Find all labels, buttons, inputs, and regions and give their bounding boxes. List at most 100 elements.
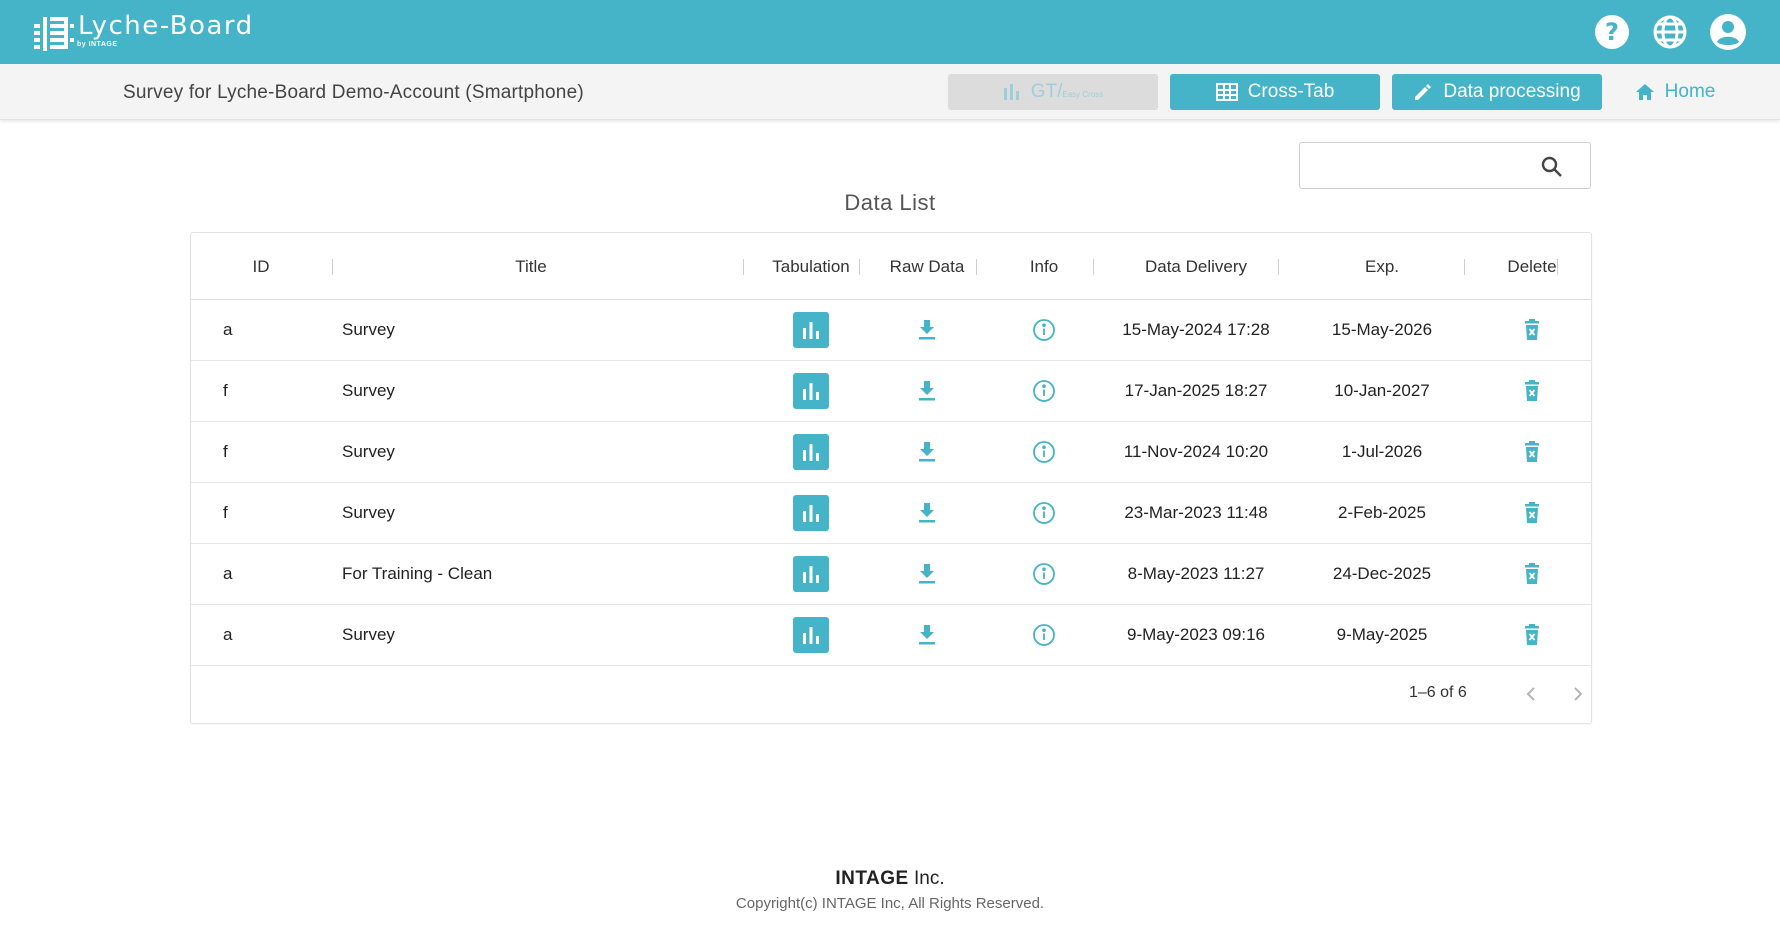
row-title: Survey <box>342 503 395 522</box>
row-id: f <box>223 503 228 522</box>
column-header-data-delivery[interactable]: Data Delivery <box>1106 233 1286 300</box>
table-row: f Survey 23-Mar-2023 11:48 2-Feb-2025 <box>191 483 1591 544</box>
sub-header-bar: Survey for Lyche-Board Demo-Account (Sma… <box>0 64 1780 120</box>
row-exp: 1-Jul-2026 <box>1341 442 1423 461</box>
table-grid-icon <box>1215 83 1238 101</box>
column-header-tabulation[interactable]: Tabulation <box>756 233 866 300</box>
app-logo[interactable]: Lyche-Board by INTAGE <box>34 10 254 54</box>
tabulation-button[interactable] <box>793 495 829 531</box>
delete-cell <box>1477 422 1587 482</box>
data-processing-label: Data processing <box>1443 81 1581 102</box>
row-exp: 24-Dec-2025 <box>1332 564 1432 583</box>
bar-chart-icon <box>803 383 819 400</box>
search-icon[interactable] <box>1540 155 1564 179</box>
search-input[interactable] <box>1308 151 1538 181</box>
download-icon[interactable] <box>909 312 945 348</box>
svg-text:?: ? <box>1605 18 1619 46</box>
table-row: f Survey 17-Jan-2025 18:27 10-Jan-2027 <box>191 361 1591 422</box>
info-icon[interactable] <box>1026 495 1062 531</box>
table-row: a Survey 9-May-2023 09:16 9-May-2025 <box>191 605 1591 666</box>
data-processing-button[interactable]: Data processing <box>1392 74 1602 110</box>
delete-icon[interactable] <box>1514 617 1550 653</box>
info-icon[interactable] <box>1026 556 1062 592</box>
data-list-table: ID Title Tabulation Raw Data Info Data D… <box>190 232 1592 724</box>
tabulation-cell <box>756 483 866 543</box>
tabulation-cell <box>756 605 866 665</box>
delete-icon[interactable] <box>1514 556 1550 592</box>
tabulation-button[interactable] <box>793 617 829 653</box>
logo-text: Lyche-Board <box>78 11 254 41</box>
gt-easy-cross-button[interactable]: GT/Easy Cross <box>948 74 1158 110</box>
delete-cell <box>1477 483 1587 543</box>
delete-cell <box>1477 300 1587 360</box>
row-id: a <box>223 625 233 644</box>
home-label: Home <box>1664 81 1716 102</box>
column-divider <box>1278 259 1279 275</box>
row-data-delivery: 17-Jan-2025 18:27 <box>1124 381 1268 400</box>
delete-icon[interactable] <box>1514 495 1550 531</box>
delete-cell <box>1477 361 1587 421</box>
account-icon[interactable] <box>1708 12 1748 52</box>
bar-chart-icon <box>803 566 819 583</box>
tabulation-button[interactable] <box>793 434 829 470</box>
download-icon[interactable] <box>909 373 945 409</box>
tabulation-button[interactable] <box>793 556 829 592</box>
row-id: a <box>223 320 233 339</box>
tabulation-button[interactable] <box>793 373 829 409</box>
chevron-left-icon <box>1526 687 1535 701</box>
download-icon[interactable] <box>909 617 945 653</box>
cross-tab-button[interactable]: Cross-Tab <box>1170 74 1380 110</box>
row-data-delivery: 11-Nov-2024 10:20 <box>1123 442 1269 461</box>
row-data-delivery: 23-Mar-2023 11:48 <box>1124 503 1268 522</box>
row-id: a <box>223 564 233 583</box>
globe-icon[interactable] <box>1650 12 1690 52</box>
row-exp: 10-Jan-2027 <box>1334 381 1430 400</box>
info-icon[interactable] <box>1026 434 1062 470</box>
delete-cell <box>1477 544 1587 604</box>
footer-copyright: Copyright(c) INTAGE Inc, All Rights Rese… <box>735 895 1045 912</box>
table-row: a For Training - Clean 8-May-2023 11:27 … <box>191 544 1591 605</box>
delete-icon[interactable] <box>1514 434 1550 470</box>
column-header-title[interactable]: Title <box>431 233 631 300</box>
download-icon[interactable] <box>909 434 945 470</box>
download-icon[interactable] <box>909 495 945 531</box>
column-header-exp[interactable]: Exp. <box>1292 233 1472 300</box>
column-divider <box>1093 259 1094 275</box>
row-title: Survey <box>342 442 395 461</box>
row-title: Survey <box>342 320 395 339</box>
info-cell <box>989 422 1099 482</box>
column-divider <box>859 259 860 275</box>
logo-mark-icon <box>34 17 74 51</box>
home-icon <box>1635 84 1654 100</box>
raw-data-cell <box>872 422 982 482</box>
tabulation-cell <box>756 422 866 482</box>
tabulation-button[interactable] <box>793 312 829 348</box>
download-icon[interactable] <box>909 556 945 592</box>
delete-icon[interactable] <box>1514 312 1550 348</box>
previous-page-button[interactable] <box>1516 679 1546 709</box>
tabulation-cell <box>756 300 866 360</box>
pagination-range: 1–6 of 6 <box>1409 684 1467 701</box>
delete-icon[interactable] <box>1514 373 1550 409</box>
column-header-raw-data[interactable]: Raw Data <box>872 233 982 300</box>
row-title: Survey <box>342 381 395 400</box>
next-page-button[interactable] <box>1563 679 1593 709</box>
info-icon[interactable] <box>1026 312 1062 348</box>
column-divider <box>1464 259 1465 275</box>
column-header-delete[interactable]: Delete <box>1477 233 1587 300</box>
info-icon[interactable] <box>1026 373 1062 409</box>
row-id: f <box>223 381 228 400</box>
column-header-info[interactable]: Info <box>989 233 1099 300</box>
raw-data-cell <box>872 544 982 604</box>
row-id: f <box>223 442 228 461</box>
info-cell <box>989 300 1099 360</box>
column-divider <box>332 259 333 275</box>
column-header-id[interactable]: ID <box>221 233 301 300</box>
row-data-delivery: 15-May-2024 17:28 <box>1122 320 1270 339</box>
table-row: a Survey 15-May-2024 17:28 15-May-2026 <box>191 300 1591 361</box>
home-button[interactable]: Home <box>1625 74 1725 110</box>
help-icon[interactable]: ? <box>1592 12 1632 52</box>
info-icon[interactable] <box>1026 617 1062 653</box>
raw-data-cell <box>872 361 982 421</box>
column-divider <box>1557 259 1558 275</box>
